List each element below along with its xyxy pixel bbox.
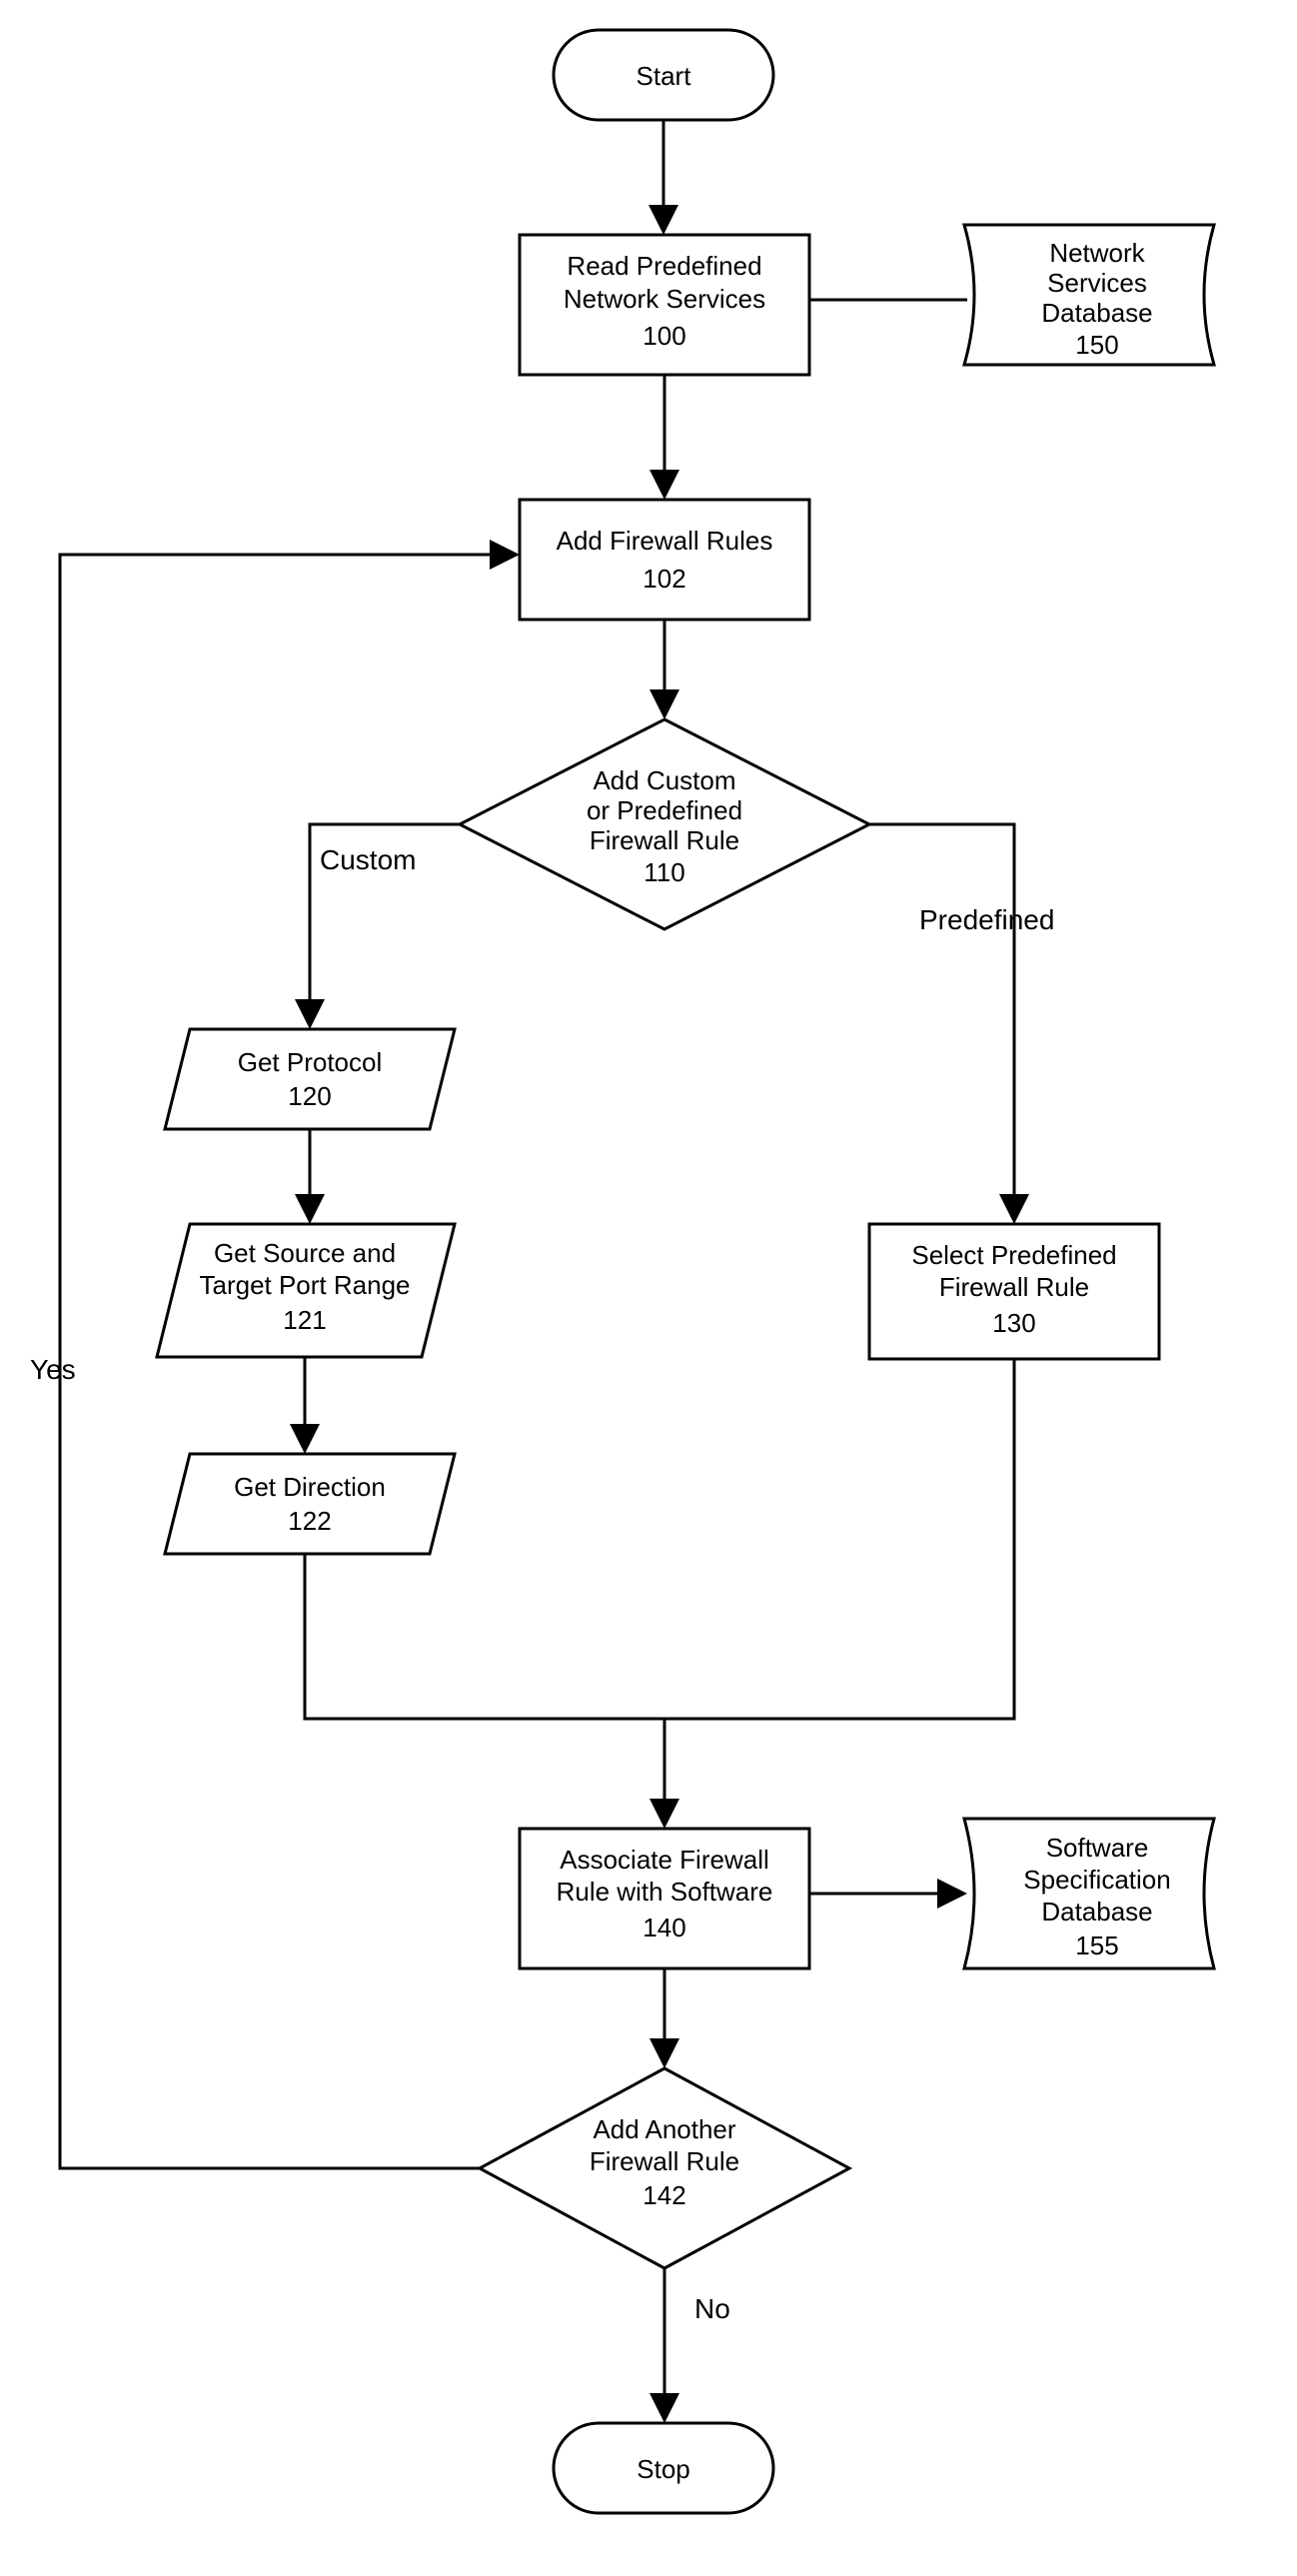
io-get-direction-l1: Get Direction [234,1472,386,1502]
io-get-direction-num: 122 [288,1506,331,1536]
database-network-services-l1: Network [1049,238,1145,268]
io-get-ports-l2: Target Port Range [199,1270,410,1300]
decision-add-another-l1: Add Another [593,2114,735,2144]
edge-decision-predefined [869,824,1014,1221]
database-software-spec-l1: Software [1046,1833,1149,1863]
edge-yes-loop [60,555,517,2168]
terminal-stop-label: Stop [637,2454,690,2484]
label-custom: Custom [320,844,416,875]
decision-custom-l3: Firewall Rule [590,825,739,855]
terminal-stop: Stop [554,2423,773,2513]
process-associate-num: 140 [643,1913,685,1942]
process-select-predefined-num: 130 [992,1308,1035,1338]
database-network-services-l2: Services [1047,268,1147,298]
label-no: No [694,2293,730,2324]
process-associate: Associate Firewall Rule with Software 14… [520,1829,809,1968]
process-read-services-l2: Network Services [564,284,765,314]
flowchart-canvas: Start Read Predefined Network Services 1… [0,0,1297,2576]
io-get-protocol: Get Protocol 120 [165,1029,455,1129]
io-get-ports: Get Source and Target Port Range 121 [157,1224,455,1357]
database-network-services-l3: Database [1041,298,1152,328]
database-software-spec-l3: Database [1041,1897,1152,1927]
terminal-start-label: Start [637,61,692,91]
process-add-rules-l1: Add Firewall Rules [557,526,773,556]
process-read-services: Read Predefined Network Services 100 [520,235,809,375]
process-associate-l2: Rule with Software [557,1877,773,1907]
decision-custom-num: 110 [644,857,684,887]
process-select-predefined-l1: Select Predefined [911,1240,1116,1270]
decision-add-another: Add Another Firewall Rule 142 [480,2068,849,2268]
decision-custom-or-predefined: Add Custom or Predefined Firewall Rule 1… [460,719,869,929]
label-yes: Yes [30,1354,76,1385]
database-network-services-num: 150 [1075,330,1118,360]
edge-direction-associate [305,1554,664,1826]
decision-add-another-num: 142 [643,2180,685,2210]
io-get-ports-l1: Get Source and [214,1238,396,1268]
database-software-spec-l2: Specification [1023,1865,1170,1895]
process-associate-l1: Associate Firewall [560,1845,769,1875]
decision-add-another-l2: Firewall Rule [590,2146,739,2176]
decision-custom-l2: or Predefined [587,795,742,825]
io-get-ports-num: 121 [283,1305,326,1335]
io-get-direction: Get Direction 122 [165,1454,455,1554]
process-add-rules-num: 102 [643,564,685,594]
process-read-services-l1: Read Predefined [567,251,761,281]
database-software-spec-num: 155 [1075,1931,1118,1960]
process-read-services-num: 100 [643,321,685,351]
process-select-predefined: Select Predefined Firewall Rule 130 [869,1224,1159,1359]
database-software-spec: Software Specification Database 155 [964,1819,1214,1968]
io-get-protocol-l1: Get Protocol [238,1047,383,1077]
label-predefined: Predefined [919,904,1054,935]
terminal-start: Start [554,30,773,120]
edge-selectpredef-associate [664,1359,1014,1719]
database-network-services: Network Services Database 150 [964,225,1214,365]
decision-custom-l1: Add Custom [593,765,735,795]
io-get-protocol-num: 120 [288,1081,331,1111]
process-select-predefined-l2: Firewall Rule [939,1272,1089,1302]
process-add-rules: Add Firewall Rules 102 [520,500,809,620]
